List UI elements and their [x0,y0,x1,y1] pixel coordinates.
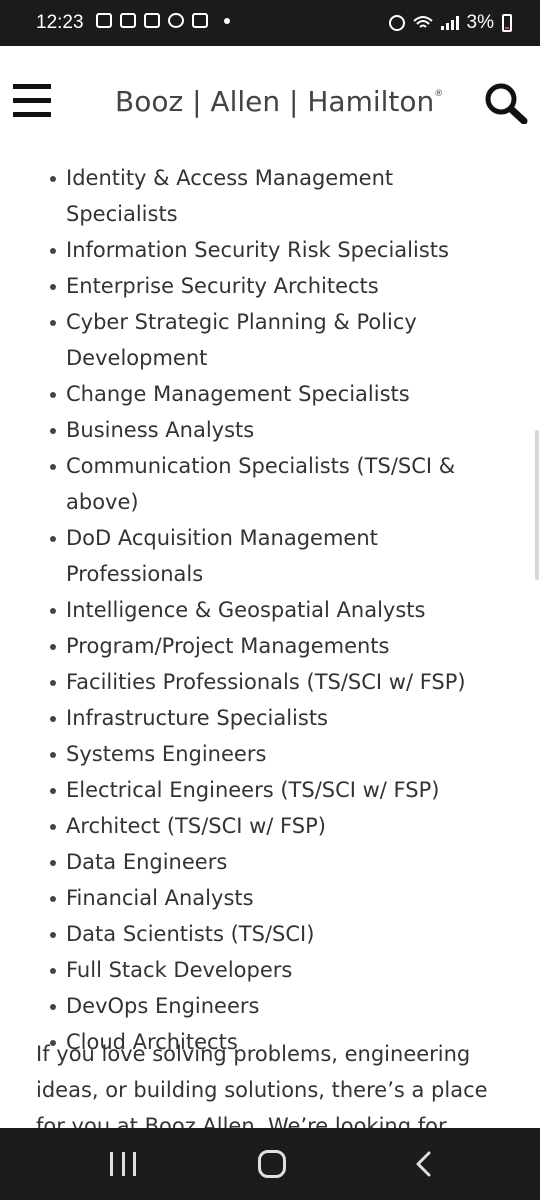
article-content: Identity & Access Management Specialists… [0,160,540,1128]
hamburger-menu-icon[interactable] [13,84,53,118]
intro-paragraph: If you love solving problems, engineerin… [36,1042,488,1128]
role-list-item: Data Scientists (TS/SCI) [0,916,540,952]
role-list-item: Cyber Strategic Planning & Policy Develo… [0,304,540,376]
site-header: Booz | Allen | Hamilton® [0,46,540,160]
role-list-item: Communication Specialists (TS/SCI & abov… [0,448,540,520]
role-list-item: Business Analysts [0,412,540,448]
role-list-item: Program/Project Managements [0,628,540,664]
status-right: 3% [388,12,512,34]
role-list-item: Data Engineers [0,844,540,880]
registered-mark: ® [434,89,444,99]
role-list-item: DevOps Engineers [0,988,540,1024]
android-nav-bar [0,1128,540,1200]
gallery-icon [192,13,208,28]
gmail-icon [144,13,160,28]
search-icon[interactable] [484,82,528,124]
logo-word-allen: Allen [210,85,281,118]
signal-icon [440,16,459,30]
role-list-item: Electrical Engineers (TS/SCI w/ FSP) [0,772,540,808]
role-list-item: Facilities Professionals (TS/SCI w/ FSP) [0,664,540,700]
booz-allen-hamilton-logo[interactable]: Booz | Allen | Hamilton® [115,85,443,118]
role-list-item: Full Stack Developers [0,952,540,988]
roles-list: Identity & Access Management Specialists… [0,160,540,1060]
logo-word-hamilton: Hamilton [307,85,435,118]
logo-word-booz: Booz [115,85,184,118]
logo-divider: | [192,85,211,118]
notification-icons [96,13,230,28]
alarm-icon [388,15,405,31]
role-list-item: Information Security Risk Specialists [0,232,540,268]
logo-divider: | [289,85,308,118]
role-list-item: Identity & Access Management Specialists [0,160,540,232]
role-list-item: Architect (TS/SCI w/ FSP) [0,808,540,844]
slack-icon [96,13,112,28]
role-list-item: Change Management Specialists [0,376,540,412]
status-time: 12:23 [36,12,84,33]
status-bar: 12:23 3% [0,0,540,46]
battery-percent: 3% [466,12,494,33]
role-list-item: Systems Engineers [0,736,540,772]
battery-icon [502,14,512,32]
gmail-icon [120,13,136,28]
role-list-item: DoD Acquisition Management Professionals [0,520,540,592]
home-icon[interactable] [258,1150,286,1178]
role-list-item: Financial Analysts [0,880,540,916]
wifi-icon [412,16,433,28]
role-list-item: Intelligence & Geospatial Analysts [0,592,540,628]
back-icon[interactable] [412,1150,436,1178]
recents-icon[interactable] [110,1152,136,1176]
role-list-item: Infrastructure Specialists [0,700,540,736]
more-notifications-icon [224,17,230,24]
role-list-item: Enterprise Security Architects [0,268,540,304]
scrollbar[interactable] [535,430,539,580]
facebook-icon [168,13,184,28]
